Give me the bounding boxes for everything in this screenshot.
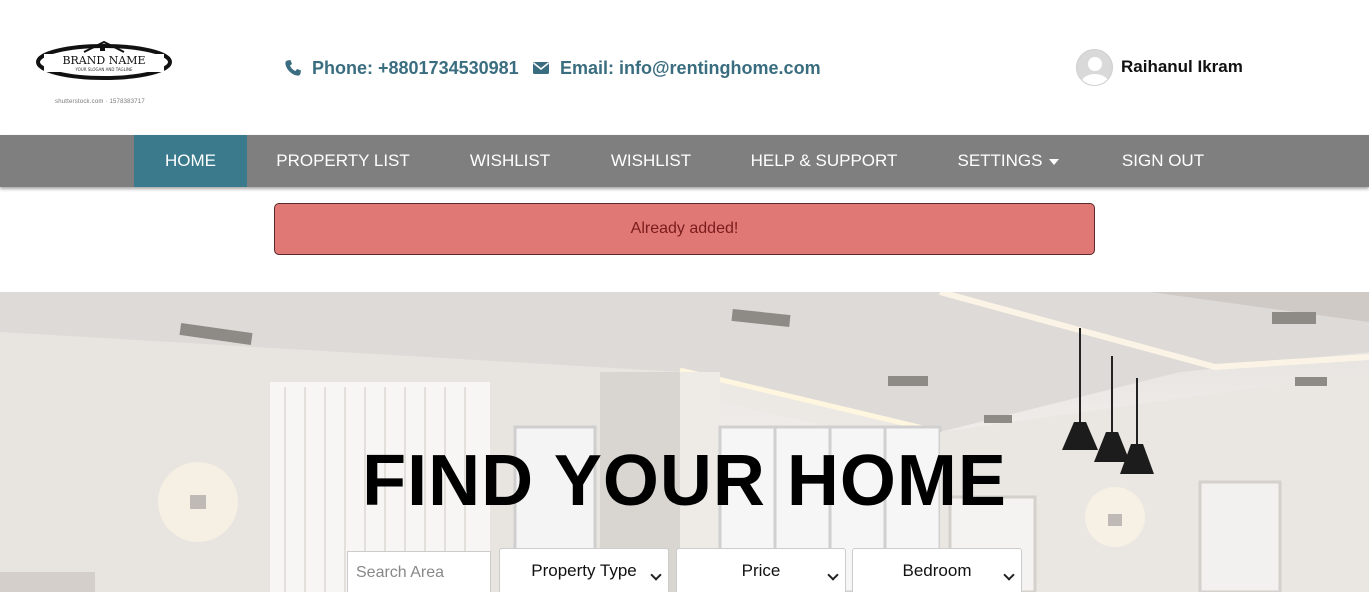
phone-icon bbox=[284, 59, 302, 77]
nav-wishlist[interactable]: WISHLIST bbox=[455, 135, 565, 187]
avatar[interactable] bbox=[1076, 48, 1113, 86]
caret-down-icon bbox=[1048, 159, 1059, 165]
bedroom-value: Bedroom bbox=[902, 561, 972, 580]
chevron-down-icon bbox=[827, 569, 839, 581]
hero-section: FIND YOUR HOME Property Type Price Bedro… bbox=[0, 292, 1369, 592]
price-select[interactable]: Price bbox=[676, 548, 846, 592]
logo-caption: shutterstock.com · 1578383717 bbox=[55, 99, 145, 105]
bedroom-select[interactable]: Bedroom bbox=[852, 548, 1022, 592]
property-type-select[interactable]: Property Type bbox=[499, 548, 669, 592]
chevron-down-icon bbox=[1003, 569, 1015, 581]
logo-emblem-icon: BRAND NAME YOUR SLOGAN AND TAGLINE bbox=[36, 40, 172, 80]
hero-title: FIND YOUR HOME bbox=[362, 441, 1007, 521]
search-area-input[interactable] bbox=[347, 551, 491, 592]
chevron-down-icon bbox=[650, 569, 662, 581]
property-type-value: Property Type bbox=[531, 561, 637, 580]
nav-sign-out[interactable]: SIGN OUT bbox=[1105, 135, 1221, 187]
site-header: BRAND NAME YOUR SLOGAN AND TAGLINE shutt… bbox=[0, 0, 1369, 135]
nav-property-list[interactable]: PROPERTY LIST bbox=[263, 135, 423, 187]
nav-settings[interactable]: SETTINGS bbox=[945, 135, 1071, 187]
user-name: Raihanul Ikram bbox=[1121, 57, 1243, 76]
brand-name-text: BRAND NAME bbox=[62, 54, 145, 67]
nav-home[interactable]: HOME bbox=[134, 135, 247, 187]
nav-help-support[interactable]: HELP & SUPPORT bbox=[740, 135, 908, 187]
alert-message: Already added! bbox=[274, 203, 1095, 255]
brand-tagline-text: YOUR SLOGAN AND TAGLINE bbox=[74, 67, 133, 72]
phone-text: Phone: +8801734530981 bbox=[312, 57, 519, 78]
price-value: Price bbox=[741, 561, 781, 580]
contact-phone[interactable]: Phone: +8801734530981 bbox=[284, 57, 519, 79]
nav-settings-label: SETTINGS bbox=[957, 151, 1043, 170]
contact-email[interactable]: Email: info@rentinghome.com bbox=[532, 57, 821, 79]
search-form: Property Type Price Bedroom bbox=[0, 548, 1369, 592]
email-text: Email: info@rentinghome.com bbox=[560, 57, 821, 78]
nav-wishlist-2[interactable]: WISHLIST bbox=[596, 135, 706, 187]
main-nav: HOME PROPERTY LIST WISHLIST WISHLIST HEL… bbox=[0, 135, 1369, 187]
envelope-icon bbox=[532, 59, 550, 77]
user-profile[interactable]: Raihanul Ikram bbox=[1076, 48, 1243, 86]
